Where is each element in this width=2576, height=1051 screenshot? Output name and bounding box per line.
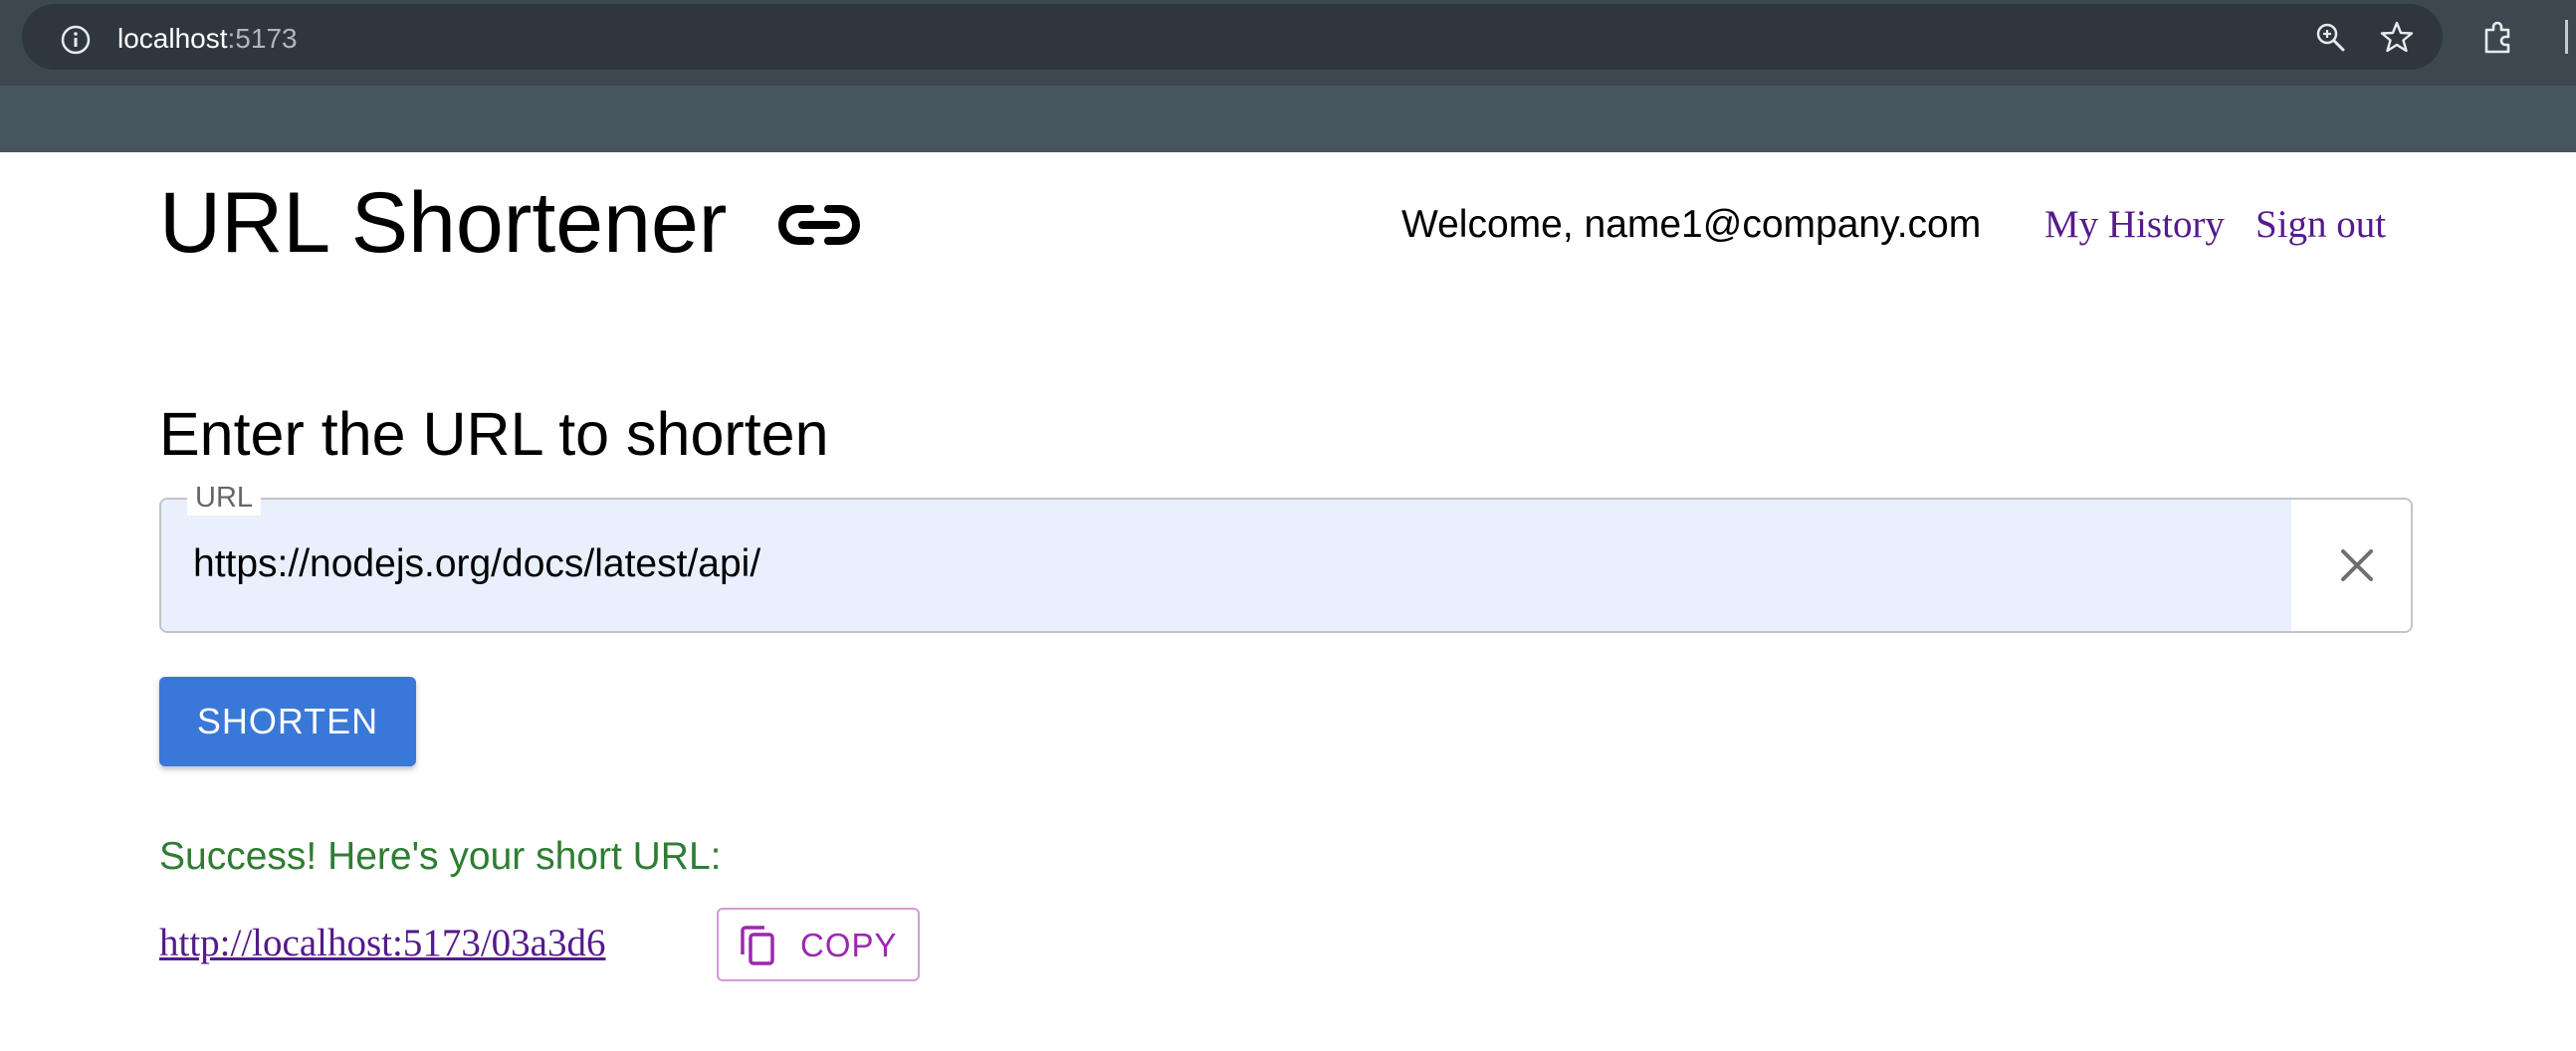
close-icon[interactable] — [2335, 543, 2379, 587]
url-field[interactable]: URL https://nodejs.org/docs/latest/api/ — [159, 480, 2413, 633]
address-host: localhost — [117, 23, 228, 54]
link-icon — [778, 205, 860, 245]
form-heading: Enter the URL to shorten — [159, 400, 829, 468]
star-icon[interactable] — [2379, 19, 2415, 55]
info-icon[interactable] — [60, 24, 92, 56]
address-port: :5173 — [227, 23, 298, 54]
url-input[interactable]: https://nodejs.org/docs/latest/api/ — [193, 541, 760, 587]
copy-icon — [741, 926, 774, 965]
browser-toolbar: localhost:5173 — [0, 0, 2576, 152]
success-message: Success! Here's your short URL: — [159, 835, 722, 878]
shorten-button[interactable]: SHORTEN — [159, 677, 416, 766]
welcome-text: Welcome, name1@company.com — [1401, 203, 1982, 246]
short-url-link[interactable]: http://localhost:5173/03a3d6 — [159, 921, 605, 966]
app-title: URL Shortener — [159, 175, 728, 271]
address-bar[interactable]: localhost:5173 — [22, 4, 2443, 70]
sign-out-link[interactable]: Sign out — [2255, 202, 2386, 248]
zoom-icon[interactable] — [2313, 20, 2347, 54]
address-text[interactable]: localhost:5173 — [117, 21, 298, 57]
copy-label: COPY — [800, 927, 898, 963]
url-field-label: URL — [187, 480, 262, 516]
extension-icon[interactable] — [2478, 18, 2516, 56]
my-history-link[interactable]: My History — [2044, 202, 2225, 248]
copy-button[interactable]: COPY — [717, 908, 920, 981]
toolbar-divider — [2565, 20, 2568, 54]
